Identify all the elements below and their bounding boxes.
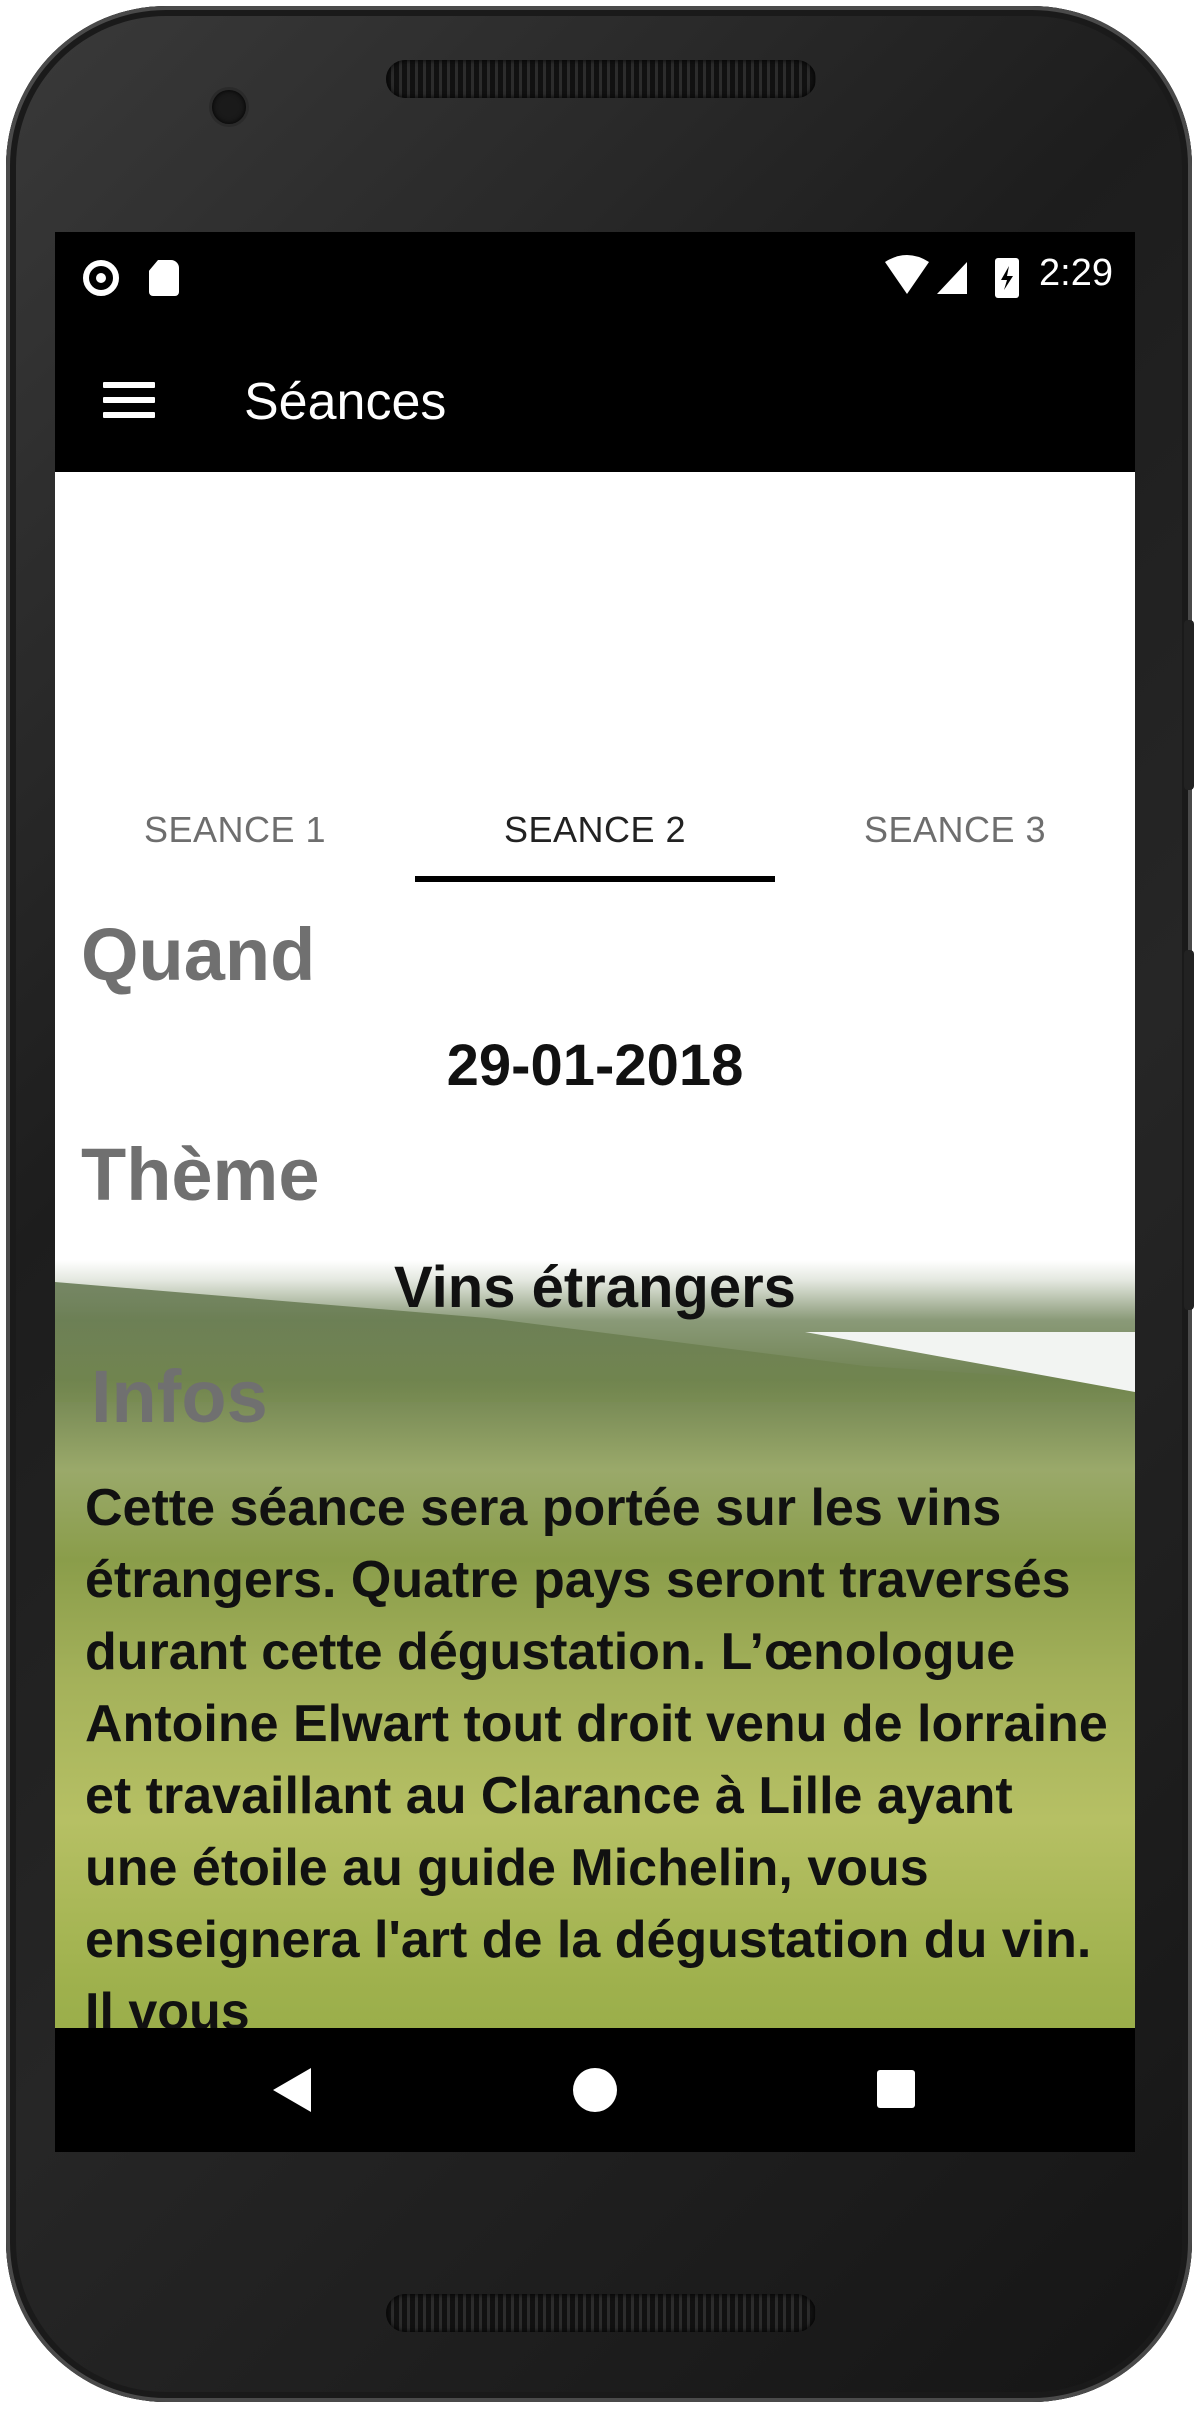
status-bar: 2:29	[55, 232, 1135, 328]
back-icon[interactable]	[273, 2068, 311, 2112]
session-infos: Cette séance sera portée sur les vins ét…	[85, 1479, 1108, 2041]
bottom-speaker	[386, 2294, 816, 2332]
tab-seance-3[interactable]: SEANCE 3	[775, 772, 1135, 868]
tab-indicator	[415, 876, 775, 882]
front-camera	[212, 90, 246, 124]
session-date: 29-01-2018	[446, 1033, 744, 1098]
volume-button	[1184, 950, 1194, 1310]
recent-apps-icon[interactable]	[877, 2070, 915, 2108]
session-theme: Vins étrangers	[394, 1255, 796, 1320]
cell-signal-icon	[937, 262, 967, 294]
app-title: Séances	[244, 373, 447, 431]
infos-label: Infos	[91, 1355, 268, 1438]
navigation-bar	[55, 2028, 1135, 2152]
when-label: Quand	[81, 913, 316, 996]
theme-label: Thème	[81, 1133, 320, 1216]
wifi-icon	[885, 255, 929, 294]
screen: 2:29 Séances SEANCE 1 SEANCE 2 SEANCE 3 …	[55, 232, 1135, 2152]
tab-seance-1[interactable]: SEANCE 1	[55, 772, 415, 868]
home-icon[interactable]	[573, 2068, 617, 2112]
tab-seance-2[interactable]: SEANCE 2	[415, 772, 775, 868]
top-speaker	[386, 60, 816, 98]
clock: 2:29	[1039, 252, 1113, 294]
menu-icon[interactable]	[103, 382, 155, 418]
app-bar: Séances	[55, 328, 1135, 472]
session-tabs: SEANCE 1 SEANCE 2 SEANCE 3	[55, 772, 1135, 868]
power-button	[1184, 620, 1194, 790]
status-icons	[885, 255, 1019, 298]
sd-card-icon	[149, 260, 179, 296]
record-icon	[83, 260, 119, 296]
